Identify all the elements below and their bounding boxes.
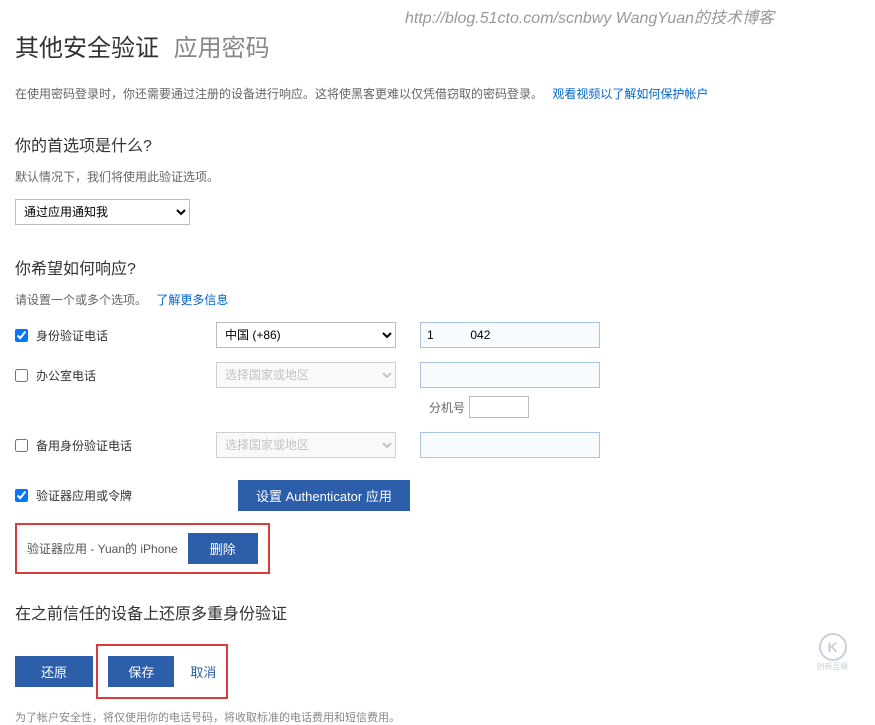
cancel-link[interactable]: 取消 <box>190 662 216 681</box>
section-response-heading: 你希望如何响应? <box>15 255 860 279</box>
title-sub: 应用密码 <box>174 35 270 62</box>
backup-phone-country-select: 选择国家或地区 <box>216 432 396 458</box>
auth-phone-checkbox[interactable] <box>15 329 28 342</box>
watermark-logo-text: 创新互联 <box>817 661 849 672</box>
row-office-phone: 办公室电话 选择国家或地区 <box>15 362 860 388</box>
backup-phone-checkbox[interactable] <box>15 439 28 452</box>
authenticator-entry-label: 验证器应用 - Yuan的 iPhone <box>27 540 178 557</box>
extension-input[interactable] <box>469 396 529 418</box>
extension-label: 分机号 <box>429 399 465 416</box>
row-backup-phone: 备用身份验证电话 选择国家或地区 <box>15 432 860 458</box>
backup-phone-input <box>420 432 600 458</box>
section-response-sub-text: 请设置一个或多个选项。 <box>15 293 147 307</box>
auth-phone-label: 身份验证电话 <box>36 327 216 344</box>
row-auth-phone: 身份验证电话 中国 (+86) <box>15 322 860 348</box>
restore-button[interactable]: 还原 <box>15 656 93 687</box>
intro-text: 在使用密码登录时，你还需要通过注册的设备进行响应。这将使黑客更难以仅凭借窃取的密… <box>15 85 860 102</box>
watermark-logo-icon: K <box>819 633 847 661</box>
row-authenticator: 验证器应用或令牌 设置 Authenticator 应用 <box>15 480 860 511</box>
row-extension: 分机号 <box>429 396 860 418</box>
title-main: 其他安全验证 <box>15 35 159 62</box>
office-phone-country-select: 选择国家或地区 <box>216 362 396 388</box>
section-response-sub: 请设置一个或多个选项。 了解更多信息 <box>15 291 860 308</box>
restore-heading: 在之前信任的设备上还原多重身份验证 <box>15 600 860 624</box>
backup-phone-label: 备用身份验证电话 <box>36 437 216 454</box>
delete-authenticator-button[interactable]: 删除 <box>188 533 258 564</box>
authenticator-checkbox[interactable] <box>15 489 28 502</box>
watermark-logo: K 创新互联 <box>800 632 865 672</box>
authenticator-entry-box: 验证器应用 - Yuan的 iPhone 删除 <box>15 523 270 574</box>
office-phone-label: 办公室电话 <box>36 367 216 384</box>
preferred-option-select[interactable]: 通过应用通知我 <box>15 199 190 225</box>
learn-more-link[interactable]: 了解更多信息 <box>156 293 228 307</box>
section-pref-heading: 你的首选项是什么? <box>15 132 860 156</box>
setup-authenticator-button[interactable]: 设置 Authenticator 应用 <box>238 480 410 511</box>
section-pref-sub: 默认情况下，我们将使用此验证选项。 <box>15 168 860 185</box>
auth-phone-country-select[interactable]: 中国 (+86) <box>216 322 396 348</box>
save-button[interactable]: 保存 <box>108 656 174 687</box>
intro-link[interactable]: 观看视频以了解如何保护帐户 <box>552 87 708 101</box>
watermark-text: http://blog.51cto.com/scnbwy WangYuan的技术… <box>405 4 774 28</box>
auth-phone-input[interactable] <box>420 322 600 348</box>
authenticator-label: 验证器应用或令牌 <box>36 487 216 504</box>
office-phone-input <box>420 362 600 388</box>
office-phone-checkbox[interactable] <box>15 369 28 382</box>
save-cancel-box: 保存 取消 <box>96 644 228 699</box>
intro-body: 在使用密码登录时，你还需要通过注册的设备进行响应。这将使黑客更难以仅凭借窃取的密… <box>15 87 543 101</box>
footer-note: 为了帐户安全性，将仅使用你的电话号码，将收取标准的电话费用和短信费用。 <box>15 709 860 725</box>
